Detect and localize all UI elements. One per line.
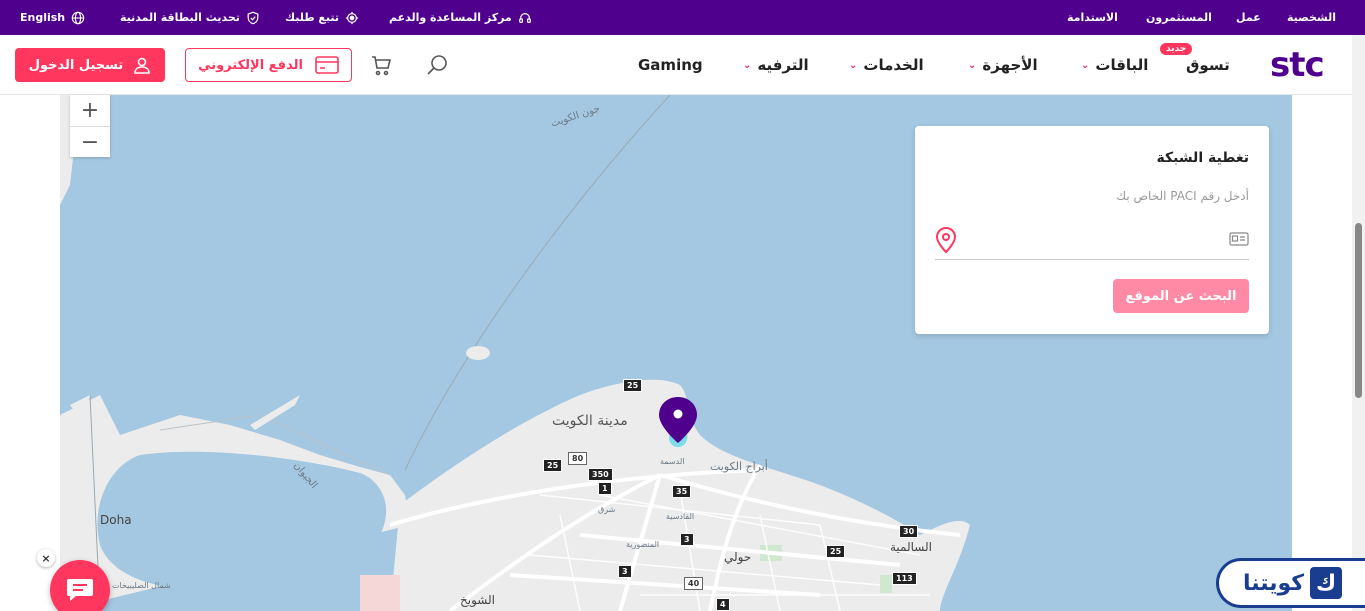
investors-link[interactable]: المستثمرون <box>1146 0 1212 35</box>
zoom-in-button[interactable]: + <box>70 95 110 126</box>
nav-devices[interactable]: ⌄ الأجهزة <box>968 35 1038 95</box>
map-label-salmiya: السالمية <box>890 540 932 554</box>
scrollbar-thumb[interactable] <box>1355 223 1362 398</box>
headset-icon <box>518 12 531 23</box>
chevron-down-icon: ⌄ <box>849 59 858 71</box>
chat-bubble-icon <box>67 579 93 601</box>
map-zoom-control: + − <box>70 95 110 157</box>
page-gutter-left <box>0 95 60 611</box>
kuwaitna-watermark: ك كويتنا <box>1216 558 1365 608</box>
highway-shield: 25 <box>826 545 846 558</box>
map-label-dasma: الدسمة <box>660 457 685 466</box>
nav-plans[interactable]: ⌄ الباقات <box>1081 35 1148 95</box>
cart-button[interactable] <box>367 51 395 79</box>
language-switch[interactable]: English <box>20 0 85 35</box>
highway-shield: 4 <box>716 598 730 611</box>
nav-gaming[interactable]: Gaming <box>638 35 703 95</box>
chevron-down-icon: ⌄ <box>1081 59 1090 71</box>
map-label-north-sulaibikhat: شمال الصليبيخات <box>112 581 171 590</box>
map-label-kuwait-towers: أبراج الكويت <box>710 460 768 473</box>
highway-shield: 30 <box>899 525 919 538</box>
highway-shield: 113 <box>892 572 917 585</box>
new-badge: جديد <box>1160 43 1193 55</box>
zoom-out-button[interactable]: − <box>70 126 110 157</box>
credit-card-icon <box>315 56 339 74</box>
id-card-icon <box>1229 232 1249 246</box>
main-navigation: stc تسوق جديد ⌄ الباقات ⌄ الأجهزة ⌄ الخدمات… <box>0 35 1365 95</box>
business-link[interactable]: عمل <box>1236 0 1261 35</box>
page-scrollbar[interactable] <box>1352 35 1365 611</box>
login-button[interactable]: تسجيل الدخول <box>15 48 165 82</box>
highway-shield: 3 <box>618 565 632 578</box>
highway-shield: 80 <box>568 452 588 465</box>
map-label-hawalli: حولي <box>724 550 752 564</box>
map-label-shuwaikh: الشويخ <box>460 593 495 607</box>
coverage-title: تغطية الشبكة <box>1156 150 1249 166</box>
target-icon <box>345 11 359 24</box>
watermark-text: كويتنا <box>1242 570 1305 596</box>
paci-input[interactable] <box>935 222 1249 258</box>
chat-button[interactable] <box>50 560 110 611</box>
map-label-qadsiya: القادسية <box>666 512 695 521</box>
civil-id-link[interactable]: تحديث البطاقة المدنية <box>120 0 260 35</box>
highway-shield: 25 <box>543 459 563 472</box>
paci-input-wrapper <box>935 222 1249 260</box>
nav-entertainment[interactable]: ⌄ الترفيه <box>743 35 809 95</box>
chat-close-button[interactable]: × <box>37 549 55 567</box>
support-link[interactable]: مركز المساعدة والدعم <box>389 0 532 35</box>
search-location-button[interactable]: البحث عن الموقع <box>1113 279 1249 313</box>
personal-link[interactable]: الشخصية <box>1287 0 1336 35</box>
shield-check-icon <box>247 11 259 24</box>
sustainability-link[interactable]: الاستدامة <box>1067 0 1118 35</box>
highway-shield: 40 <box>684 577 704 590</box>
top-utility-bar: الشخصية عمل المستثمرون الاستدامة مركز ال… <box>0 0 1365 35</box>
track-order-link[interactable]: تتبع طلبك <box>285 0 359 35</box>
chevron-down-icon: ⌄ <box>968 59 977 71</box>
search-button[interactable] <box>423 51 451 79</box>
epay-button[interactable]: الدفع الإلكتروني <box>185 48 352 82</box>
location-pin-icon[interactable] <box>656 395 700 451</box>
nav-shop[interactable]: تسوق <box>1186 35 1230 95</box>
highway-shield: 350 <box>588 468 613 481</box>
highway-shield: 3 <box>680 533 694 546</box>
chevron-down-icon: ⌄ <box>743 59 752 71</box>
highway-shield: 35 <box>672 485 692 498</box>
map-label-mansouriya: المنصورية <box>626 540 660 549</box>
network-coverage-card: تغطية الشبكة أدخل رقم PACI الخاص بك البح… <box>915 126 1269 334</box>
highway-shield: 25 <box>623 379 643 392</box>
map-pin-icon[interactable] <box>935 226 957 254</box>
cart-icon <box>372 56 392 76</box>
search-icon <box>427 55 447 75</box>
stc-logo[interactable]: stc <box>1270 47 1325 83</box>
globe-icon <box>71 11 85 24</box>
nav-services[interactable]: ⌄ الخدمات <box>849 35 924 95</box>
map-label-sharq: شرق <box>598 505 616 514</box>
user-icon <box>134 57 151 74</box>
highway-shield: 1 <box>598 482 612 495</box>
watermark-logo-icon: ك <box>1310 567 1343 599</box>
map-label-doha: Doha <box>100 513 132 527</box>
map-label-city: مدينة الكويت <box>552 413 628 429</box>
coverage-hint: أدخل رقم PACI الخاص بك <box>1116 189 1249 203</box>
